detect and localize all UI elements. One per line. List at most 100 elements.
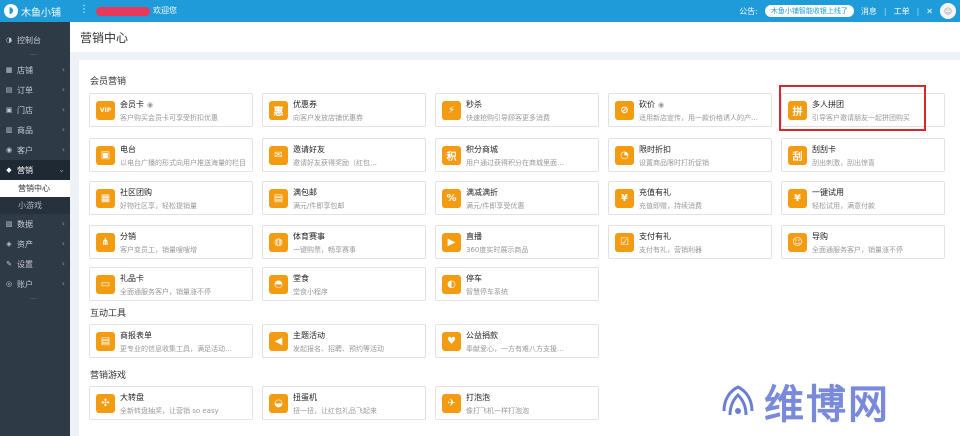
card-icon: VIP <box>96 101 115 120</box>
more-menu-icon[interactable]: ⋮ <box>79 4 89 15</box>
marketing-card[interactable]: ▤ 满包邮 满元/件即享包邮 <box>262 181 426 215</box>
card-title: 积分商城 <box>466 144 498 155</box>
dashboard-icon: ◑ <box>5 36 13 44</box>
messages-link[interactable]: 消息 <box>861 6 877 17</box>
card-title-text: 支付有礼 <box>639 232 671 241</box>
sidebar-item-settings[interactable]: ✎ 设置 ‹ <box>0 254 70 274</box>
tools-icon[interactable]: ✕ <box>926 7 933 16</box>
sidebar-item-orders[interactable]: ▤ 订单 ‹ <box>0 80 70 100</box>
chevron-left-icon: ‹ <box>61 65 65 74</box>
orders-link[interactable]: 工单 <box>894 6 910 17</box>
marketing-card[interactable]: ✉ 邀请好友 邀请好友获得奖励（红包… <box>262 138 426 172</box>
divider: | <box>916 6 920 16</box>
divider: — <box>30 50 37 58</box>
sidebar-item-products[interactable]: ▥ 商品 ‹ <box>0 120 70 140</box>
sidebar-item-customers[interactable]: ◉ 客户 ‹ <box>0 140 70 160</box>
sidebar-item-assets[interactable]: ◈ 资产 ‹ <box>0 234 70 254</box>
marketing-card[interactable]: VIP 会员卡 ◉ 客户购买会员卡可享受折扣优惠 <box>89 93 253 127</box>
eye-icon[interactable]: ◉ <box>147 101 153 109</box>
shop-icon: ▦ <box>5 66 13 74</box>
card-title-text: 分销 <box>120 232 136 241</box>
card-icon: ¥ <box>615 189 634 208</box>
card-title: 邀请好友 <box>293 144 325 155</box>
card-title: 电台 <box>120 144 136 155</box>
app-logo[interactable]: ◗ 木鱼小铺 <box>4 3 61 19</box>
marketing-card[interactable]: ◀ 主题活动 发起报名、招聘、预约等活动 <box>262 324 426 358</box>
marketing-card[interactable]: ⚡ 秒杀 快速抢购引导顾客更多消费 <box>435 93 599 127</box>
notice-label: 公告: <box>739 6 758 16</box>
card-description: 发起报名、招聘、预约等活动 <box>293 345 384 353</box>
card-description: 设置商品限时打折促销 <box>639 159 709 167</box>
card-icon: ⚡ <box>442 101 461 120</box>
marketing-card[interactable]: 积积分商城 用户通过获得积分在商城里面… <box>435 138 599 172</box>
card-title-text: 限时折扣 <box>639 145 671 154</box>
marketing-card[interactable]: ⋔ 分销 客户变员工，销量嗖嗖增 <box>89 225 253 259</box>
sidebar-item-label: 设置 <box>17 259 33 269</box>
card-icon: ▭ <box>96 275 115 294</box>
marketing-card[interactable]: ✣ 大转盘 全新转盘抽奖，让营销 so easy <box>89 386 253 420</box>
marketing-card[interactable]: ¥ 充值有礼 充值即赠，持续消费 <box>608 181 772 215</box>
marketing-card[interactable]: ◓ 堂食 堂食小程序 <box>262 267 426 301</box>
section-title-member: 会员营销 <box>90 77 127 87</box>
product-icon: ▥ <box>5 126 13 134</box>
sidebar-item-stores[interactable]: ▣ 门店 ‹ <box>0 100 70 120</box>
sidebar-item-data[interactable]: ▧ 数据 ‹ <box>0 214 70 234</box>
orders-icon: ▤ <box>5 86 13 94</box>
sidebar-item-shop[interactable]: ▦ 店铺 ‹ <box>0 60 70 80</box>
avatar[interactable]: ☺ <box>940 3 956 19</box>
card-title-text: 礼品卡 <box>120 274 144 283</box>
marketing-card[interactable]: ¥ 一键试用 轻松试用，满意付款 <box>781 181 945 215</box>
marketing-card[interactable]: ▭ 礼品卡全面通服务客户，销量涨不停 <box>89 267 253 301</box>
sidebar-item-label: 账户 <box>17 279 33 289</box>
marketing-card[interactable]: % 满减满折 满元/件即享受优惠 <box>435 181 599 215</box>
card-icon: ▶ <box>442 233 461 252</box>
eye-icon[interactable]: ◉ <box>658 101 664 109</box>
card-title: 体育赛事 <box>293 231 325 242</box>
watermark: 维博网 <box>718 372 890 430</box>
card-icon: ☑ <box>615 233 634 252</box>
marketing-card[interactable]: 惠优惠券 向客户发放店铺优惠券 <box>262 93 426 127</box>
marketing-card[interactable]: ◔ 限时折扣 设置商品限时打折促销 <box>608 138 772 172</box>
marketing-card[interactable]: ☑ 支付有礼 支付有礼，营销利器 <box>608 225 772 259</box>
card-description: 全面通服务客户，销量涨不停 <box>120 288 211 296</box>
sidebar-item-marketing[interactable]: ◆ 营销 ⌄ <box>0 160 70 180</box>
marketing-card[interactable]: ♥ 公益捐款 奉献爱心，一方有难八方支援… <box>435 324 599 358</box>
card-title: 停车 <box>466 273 482 284</box>
card-icon: ▤ <box>96 332 115 351</box>
card-title: 商报表单 <box>120 330 152 341</box>
marketing-card[interactable]: ⊘ 砍价 ◉ 适用新店宣传，用一款价格诱人的产… <box>608 93 772 127</box>
watermark-logo-icon <box>722 385 754 416</box>
notice-badge[interactable]: 木鱼小铺智能收银上线了 <box>764 5 854 17</box>
sidebar-subitem-mini-games[interactable]: 小游戏 <box>0 197 70 214</box>
card-description: 全新转盘抽奖，让营销 so easy <box>120 407 219 415</box>
sidebar-item-label: 数据 <box>17 219 33 229</box>
sidebar-subitem-marketing-center[interactable]: 营销中心 <box>0 180 70 197</box>
marketing-card[interactable]: ☺ 导购 全面通服务客户，销量涨不停 <box>781 225 945 259</box>
app-root: ◗ 木鱼小铺 ⋮ 欢迎您 公告: 木鱼小铺智能收银上线了 消息 | 工单 | ✕… <box>0 0 960 436</box>
marketing-card[interactable]: ◒ 扭蛋机 扭一扭，让红包礼品飞起来 <box>262 386 426 420</box>
chevron-left-icon: ‹ <box>61 279 65 288</box>
marketing-card[interactable]: ▣ 电台 以电台广播的形式向用户推送海量的栏目 <box>89 138 253 172</box>
card-title-text: 会员卡 <box>120 100 144 109</box>
redacted-username <box>96 7 150 16</box>
watermark-text: 维博网 <box>764 382 890 428</box>
sidebar-item-dashboard[interactable]: ◑ 控制台 <box>0 30 70 50</box>
marketing-card[interactable]: ▶ 直播 360度实时展示商品 <box>435 225 599 259</box>
sidebar-item-label: 营销 <box>17 165 33 175</box>
marketing-card[interactable]: ▤ 商报表单更专业的信息收集工具，满足活动… <box>89 324 253 358</box>
card-title-text: 大转盘 <box>120 393 144 402</box>
chevron-left-icon: ‹ <box>61 259 65 268</box>
marketing-card[interactable]: ◍ 体育赛事 一键购票，畅享赛事 <box>262 225 426 259</box>
marketing-card[interactable]: ✈ 打泡泡 像打飞机一样打泡泡 <box>435 386 599 420</box>
marketing-card[interactable]: ▦ 社区团购 好物社区享，轻松提销量 <box>89 181 253 215</box>
card-description: 更专业的信息收集工具，满足活动… <box>120 345 232 353</box>
card-title-text: 满包邮 <box>293 188 317 197</box>
marketing-card[interactable]: ◐ 停车 智慧停车系统 <box>435 267 599 301</box>
card-description: 客户购买会员卡可享受折扣优惠 <box>120 114 218 122</box>
customer-icon: ◉ <box>5 146 13 154</box>
data-icon: ▧ <box>5 220 13 228</box>
card-description: 好物社区享，轻松提销量 <box>120 202 197 210</box>
marketing-card[interactable]: 刮刮刮卡 刮出刺激，刮出惊喜 <box>781 138 945 172</box>
sidebar-item-account[interactable]: ◎ 账户 ‹ <box>0 274 70 294</box>
card-title-text: 社区团购 <box>120 188 152 197</box>
